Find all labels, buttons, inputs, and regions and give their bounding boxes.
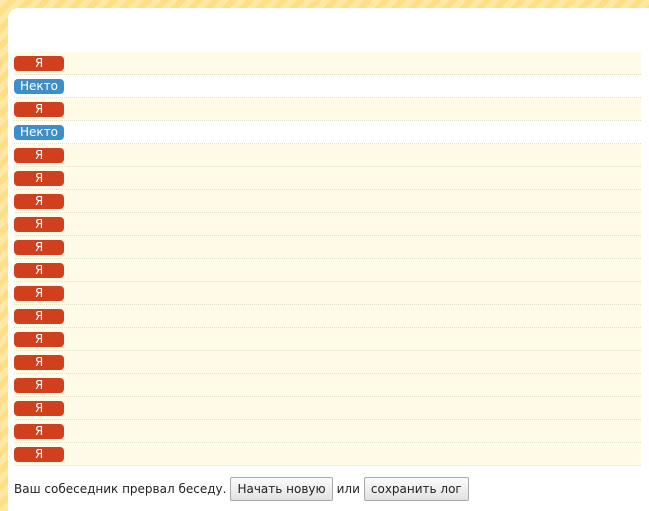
- message-row: Я: [14, 282, 641, 305]
- message-row: Я: [14, 397, 641, 420]
- message-row: Некто: [14, 75, 641, 98]
- sender-badge-me: Я: [14, 308, 64, 324]
- message-row: Я: [14, 374, 641, 397]
- sender-badge-me: Я: [14, 55, 64, 71]
- message-row: Я: [14, 52, 641, 75]
- sender-badge-me: Я: [14, 377, 64, 393]
- sender-badge-me: Я: [14, 423, 64, 439]
- sender-badge-me: Я: [14, 354, 64, 370]
- message-row: Я: [14, 443, 641, 466]
- message-list: Я Некто Я Некто Я Я Я Я Я Я Я Я Я Я Я Я Я Я: [14, 52, 641, 466]
- sender-badge-me: Я: [14, 239, 64, 255]
- sender-badge-me: Я: [14, 400, 64, 416]
- sender-badge-me: Я: [14, 193, 64, 209]
- message-row: Я: [14, 213, 641, 236]
- message-row: Я: [14, 167, 641, 190]
- sender-badge-stranger: Некто: [14, 124, 64, 140]
- sender-badge-me: Я: [14, 147, 64, 163]
- sender-badge-me: Я: [14, 101, 64, 117]
- message-row: Я: [14, 305, 641, 328]
- save-log-button[interactable]: сохранить лог: [363, 477, 469, 501]
- sender-badge-me: Я: [14, 285, 64, 301]
- sender-badge-me: Я: [14, 262, 64, 278]
- new-chat-button[interactable]: Начать новую: [230, 477, 333, 501]
- message-row: Я: [14, 351, 641, 374]
- message-row: Я: [14, 190, 641, 213]
- status-bar: Ваш собеседник прервал беседу. Начать но…: [14, 477, 469, 501]
- sender-badge-me: Я: [14, 216, 64, 232]
- message-row: Некто: [14, 121, 641, 144]
- message-row: Я: [14, 328, 641, 351]
- message-row: Я: [14, 144, 641, 167]
- sender-badge-stranger: Некто: [14, 78, 64, 94]
- or-text: или: [336, 482, 360, 496]
- sender-badge-me: Я: [14, 170, 64, 186]
- message-row: Я: [14, 259, 641, 282]
- status-text: Ваш собеседник прервал беседу.: [14, 482, 227, 496]
- message-row: Я: [14, 98, 641, 121]
- sender-badge-me: Я: [14, 446, 64, 462]
- message-row: Я: [14, 236, 641, 259]
- message-row: Я: [14, 420, 641, 443]
- sender-badge-me: Я: [14, 331, 64, 347]
